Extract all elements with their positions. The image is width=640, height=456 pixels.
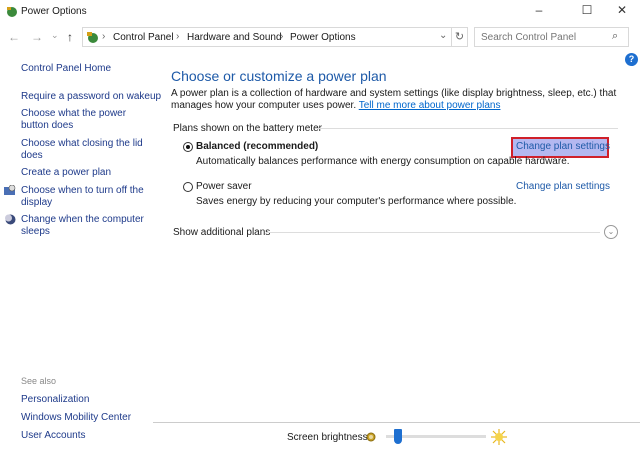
dim-sun-icon xyxy=(366,432,376,442)
balanced-plan-name[interactable]: Balanced (recommended) xyxy=(196,141,318,152)
recent-locations-button[interactable]: ⌄ xyxy=(51,30,59,41)
see-also-mobility-center[interactable]: Windows Mobility Center xyxy=(21,412,131,424)
bright-sun-icon xyxy=(491,429,507,445)
search-icon[interactable]: ⌕ xyxy=(612,30,618,43)
title-bar: Power Options – ☐ ✕ xyxy=(0,0,640,24)
balanced-change-plan-settings-link[interactable]: Change plan settings xyxy=(516,141,610,152)
control-panel-icon xyxy=(87,32,98,43)
help-icon[interactable]: ? xyxy=(625,53,638,66)
sidebar-require-password[interactable]: Require a password on wakeup xyxy=(21,91,161,103)
footer-divider xyxy=(153,422,640,423)
sleep-icon xyxy=(5,214,16,225)
power-saver-radio[interactable] xyxy=(183,182,193,192)
search-input[interactable] xyxy=(474,27,629,47)
sidebar-power-button[interactable]: Choose what the power button does xyxy=(21,108,156,132)
sidebar-turn-off-display[interactable]: Choose when to turn off the display xyxy=(21,185,146,209)
up-button[interactable]: ↑ xyxy=(67,30,73,44)
breadcrumb-separator: › xyxy=(102,31,106,42)
refresh-button[interactable]: ↻ xyxy=(452,27,468,47)
breadcrumb-hardware-and-sound[interactable]: Hardware and Sound xyxy=(187,32,282,43)
balanced-radio[interactable] xyxy=(183,142,193,152)
maximize-button[interactable]: ☐ xyxy=(572,3,602,21)
address-bar[interactable]: › Control Panel › Hardware and Sound › P… xyxy=(82,27,452,47)
forward-button[interactable]: → xyxy=(31,30,43,44)
power-saver-plan-name[interactable]: Power saver xyxy=(196,181,252,192)
breadcrumb-separator: › xyxy=(176,31,180,42)
expand-chevron-icon[interactable]: ⌄ xyxy=(604,225,618,239)
see-also-personalization[interactable]: Personalization xyxy=(21,394,89,406)
sidebar-closing-lid[interactable]: Choose what closing the lid does xyxy=(21,138,146,162)
see-also-user-accounts[interactable]: User Accounts xyxy=(21,430,85,442)
brightness-label: Screen brightness: xyxy=(287,432,371,443)
page-description: A power plan is a collection of hardware… xyxy=(171,88,621,112)
breadcrumb-separator: › xyxy=(280,31,284,42)
sidebar-create-power-plan[interactable]: Create a power plan xyxy=(21,167,111,179)
plans-group-label: Plans shown on the battery meter xyxy=(173,123,322,134)
brightness-slider-thumb[interactable] xyxy=(394,429,402,444)
minimize-button[interactable]: – xyxy=(524,3,554,21)
sidebar-control-panel-home[interactable]: Control Panel Home xyxy=(21,63,111,75)
balanced-plan-description: Automatically balances performance with … xyxy=(196,156,570,167)
display-icon xyxy=(4,185,16,195)
page-title: Choose or customize a power plan xyxy=(171,68,387,84)
sidebar-computer-sleeps[interactable]: Change when the computer sleeps xyxy=(21,214,146,238)
breadcrumb-control-panel[interactable]: Control Panel xyxy=(113,32,174,43)
address-dropdown-icon[interactable]: ⌄ xyxy=(439,30,447,41)
back-button[interactable]: ← xyxy=(8,30,20,44)
close-button[interactable]: ✕ xyxy=(607,3,637,21)
see-also-label: See also xyxy=(21,376,57,386)
learn-more-link[interactable]: Tell me more about power plans xyxy=(359,100,501,111)
window-title: Power Options xyxy=(21,6,87,17)
breadcrumb-power-options[interactable]: Power Options xyxy=(290,32,356,43)
power-saver-change-plan-settings-link[interactable]: Change plan settings xyxy=(516,181,610,192)
power-options-icon xyxy=(7,7,17,17)
show-additional-plans[interactable]: Show additional plans xyxy=(173,227,270,238)
divider xyxy=(317,128,618,129)
power-saver-plan-description: Saves energy by reducing your computer's… xyxy=(196,196,517,207)
divider xyxy=(266,232,600,233)
